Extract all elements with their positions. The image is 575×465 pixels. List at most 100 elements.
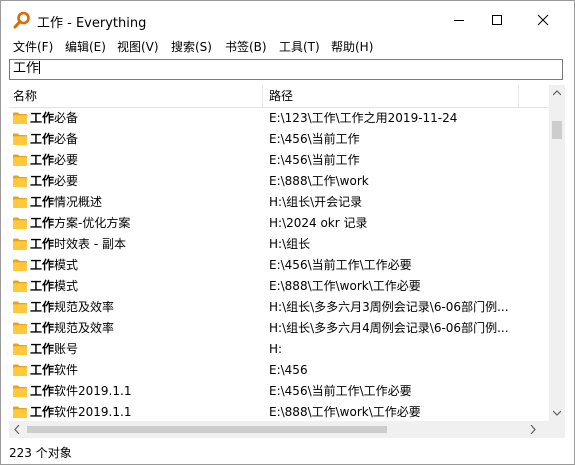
scroll-down-arrow-icon	[553, 410, 561, 416]
file-path: E:\123\工作\工作之用2019-11-24	[269, 111, 458, 125]
scrollbar-corner	[541, 421, 565, 438]
file-name: 工作规范及效率	[30, 299, 114, 316]
table-row[interactable]: 工作必要 E:\888\工作\work	[9, 171, 549, 192]
table-row[interactable]: 工作软件2019.1.1 E:\456\当前工作\工作必要	[9, 381, 549, 402]
file-path: H:	[269, 342, 283, 356]
search-input[interactable]: 工作	[9, 59, 563, 80]
list-header: 名称 路径	[9, 85, 549, 108]
table-row[interactable]: 工作软件2019.1.1 E:\888\工作\work\工作必要	[9, 402, 549, 421]
text-caret	[39, 61, 41, 74]
everything-window: 工作 - Everything 文件(F) 编辑(E) 视图(V) 搜索(S) …	[0, 0, 575, 465]
name-highlight: 工作	[30, 111, 55, 125]
file-path: H:\2024 okr 记录	[269, 216, 368, 230]
file-path: H:\组长\开会记录	[269, 195, 363, 209]
name-highlight: 工作	[30, 258, 55, 272]
magnifier-app-icon	[13, 11, 31, 29]
menu-file[interactable]: 文件(F)	[13, 39, 53, 57]
folder-icon	[13, 406, 27, 418]
table-row[interactable]: 工作规范及效率 H:\组长\多多六月4周例会记录\6-06部门例...	[9, 318, 549, 339]
name-highlight: 工作	[30, 321, 55, 335]
name-rest: 必备	[54, 132, 79, 146]
table-row[interactable]: 工作必备 E:\123\工作\工作之用2019-11-24	[9, 108, 549, 129]
table-row[interactable]: 工作情况概述 H:\组长\开会记录	[9, 192, 549, 213]
file-name: 工作必备	[30, 131, 78, 148]
name-rest: 模式	[54, 258, 79, 272]
status-bar: 223 个对象	[1, 439, 574, 464]
name-highlight: 工作	[30, 132, 55, 146]
column-header-name[interactable]: 名称	[13, 85, 37, 107]
file-path: E:\456\当前工作\工作必要	[269, 384, 412, 398]
name-rest: 方案-优化方案	[54, 216, 131, 230]
folder-icon	[13, 133, 27, 145]
menu-edit[interactable]: 编辑(E)	[65, 39, 106, 57]
file-name: 工作模式	[30, 278, 78, 295]
name-highlight: 工作	[30, 174, 55, 188]
horizontal-scroll-thumb[interactable]	[27, 426, 387, 433]
file-name: 工作必要	[30, 152, 78, 169]
folder-icon	[13, 175, 27, 187]
name-highlight: 工作	[30, 237, 55, 251]
name-highlight: 工作	[30, 300, 55, 314]
vertical-scroll-thumb[interactable]	[552, 121, 562, 139]
file-name: 工作方案-优化方案	[30, 215, 130, 232]
table-row[interactable]: 工作必要 E:\456\当前工作	[9, 150, 549, 171]
title-bar: 工作 - Everything	[1, 1, 574, 39]
table-row[interactable]: 工作方案-优化方案 H:\2024 okr 记录	[9, 213, 549, 234]
folder-icon	[13, 343, 27, 355]
table-row[interactable]: 工作时效表 - 副本 H:\组长	[9, 234, 549, 255]
file-name: 工作软件	[30, 362, 78, 379]
scroll-right-arrow-icon	[530, 425, 536, 434]
file-name: 工作模式	[30, 257, 78, 274]
maximize-button[interactable]	[474, 1, 520, 39]
file-name: 工作账号	[30, 341, 78, 358]
table-row[interactable]: 工作模式 E:\888\工作\work\工作必要	[9, 276, 549, 297]
name-highlight: 工作	[30, 384, 55, 398]
file-path: H:\组长\多多六月4周例会记录\6-06部门例...	[269, 321, 509, 335]
name-rest: 时效表 - 副本	[54, 237, 126, 251]
scroll-left-arrow-icon	[14, 425, 20, 434]
name-rest: 账号	[54, 342, 79, 356]
name-rest: 软件2019.1.1	[54, 384, 132, 398]
file-name: 工作软件2019.1.1	[30, 383, 131, 400]
column-divider[interactable]	[518, 85, 519, 107]
file-path: H:\组长\多多六月3周例会记录\6-06部门例...	[269, 300, 509, 314]
menu-help[interactable]: 帮助(H)	[331, 39, 373, 57]
search-text: 工作	[13, 61, 41, 76]
horizontal-scrollbar[interactable]	[9, 421, 541, 438]
table-row[interactable]: 工作必备 E:\456\当前工作	[9, 129, 549, 150]
table-row[interactable]: 工作账号 H:	[9, 339, 549, 360]
table-row[interactable]: 工作规范及效率 H:\组长\多多六月3周例会记录\6-06部门例...	[9, 297, 549, 318]
file-path: E:\456\当前工作\工作必要	[269, 258, 412, 272]
file-name: 工作规范及效率	[30, 320, 114, 337]
result-rows: 工作必备 E:\123\工作\工作之用2019-11-24 工作必备 E:\456\当…	[9, 108, 549, 421]
file-path: E:\456\当前工作	[269, 132, 360, 146]
scroll-up-arrow-icon	[553, 90, 561, 96]
file-path: E:\456\当前工作	[269, 153, 360, 167]
menu-search[interactable]: 搜索(S)	[171, 39, 212, 57]
folder-icon	[13, 385, 27, 397]
folder-icon	[13, 112, 27, 124]
name-rest: 模式	[54, 279, 79, 293]
file-path: E:\888\工作\work\工作必要	[269, 279, 421, 293]
folder-icon	[13, 322, 27, 334]
name-rest: 软件	[54, 363, 79, 377]
maximize-icon	[492, 15, 502, 25]
menu-bookmarks[interactable]: 书签(B)	[225, 39, 267, 57]
folder-icon	[13, 196, 27, 208]
name-highlight: 工作	[30, 405, 55, 419]
name-rest: 必要	[54, 174, 79, 188]
file-path: E:\888\工作\work\工作必要	[269, 405, 421, 419]
menu-view[interactable]: 视图(V)	[117, 39, 159, 57]
menu-tools[interactable]: 工具(T)	[279, 39, 320, 57]
close-button[interactable]	[520, 1, 566, 39]
column-divider[interactable]	[262, 85, 263, 107]
folder-icon	[13, 238, 27, 250]
file-name: 工作软件2019.1.1	[30, 404, 131, 421]
name-highlight: 工作	[30, 195, 55, 209]
folder-icon	[13, 301, 27, 313]
table-row[interactable]: 工作软件 E:\456	[9, 360, 549, 381]
table-row[interactable]: 工作模式 E:\456\当前工作\工作必要	[9, 255, 549, 276]
close-icon	[537, 14, 549, 26]
column-header-path[interactable]: 路径	[269, 85, 293, 107]
vertical-scrollbar[interactable]	[549, 85, 565, 421]
